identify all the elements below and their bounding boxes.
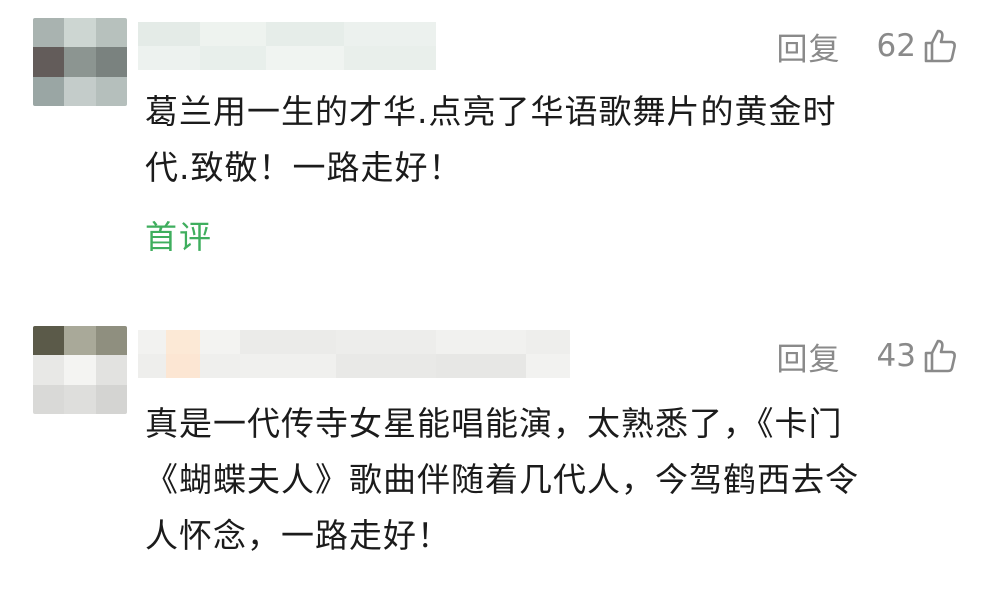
avatar[interactable]	[33, 326, 127, 414]
like-count: 62	[876, 28, 916, 64]
thumbs-up-icon[interactable]	[920, 26, 960, 66]
comment-text: 葛兰用一生的才华.点亮了华语歌舞片的黄金时 代.致敬！一路走好！	[145, 92, 837, 187]
username[interactable]	[138, 22, 436, 70]
thumbs-up-icon[interactable]	[920, 336, 960, 376]
like-count: 43	[876, 338, 916, 374]
comment-text: 真是一代传寺女星能唱能演，太熟悉了，《卡门 《蝴蝶夫人》歌曲伴随着几代人，今驾鹤…	[145, 404, 859, 555]
avatar[interactable]	[33, 18, 127, 106]
first-comment-badge: 首评	[145, 218, 214, 256]
username[interactable]	[138, 330, 570, 378]
comment-actions: 回复 62	[777, 24, 960, 69]
reply-button[interactable]: 回复	[777, 334, 841, 379]
reply-button[interactable]: 回复	[777, 24, 841, 69]
comment-item: 回复 62 葛兰用一生的才华.点亮了华语歌舞片的黄金时 代.致敬！一路走好！ 首…	[0, 0, 998, 290]
comment-item: 回复 43 真是一代传寺女星能唱能演，太熟悉了，《卡门 《蝴蝶夫人》歌曲伴随着几…	[0, 290, 998, 596]
comment-actions: 回复 43	[777, 334, 960, 379]
comment-list: 回复 62 葛兰用一生的才华.点亮了华语歌舞片的黄金时 代.致敬！一路走好！ 首…	[0, 0, 998, 596]
